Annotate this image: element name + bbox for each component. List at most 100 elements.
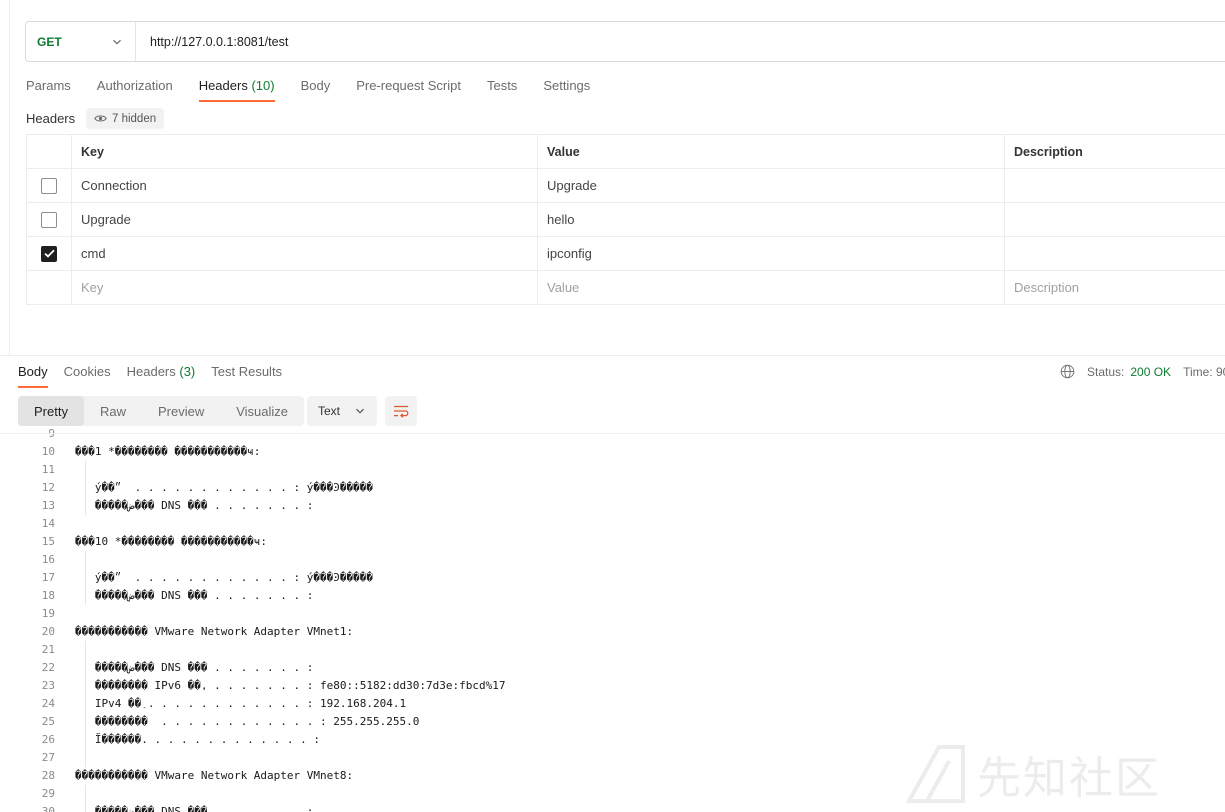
line-number: 15 [41, 535, 55, 548]
wrap-lines-button[interactable] [385, 396, 417, 426]
status-value[interactable]: 200 OK [1130, 365, 1171, 379]
header-description-cell[interactable] [1005, 203, 1225, 236]
line-number: 13 [41, 499, 55, 512]
hidden-headers-toggle[interactable]: 7 hidden [86, 108, 165, 129]
table-row-new: Key Value Description [27, 271, 1225, 305]
header-key-cell[interactable]: Connection [72, 169, 538, 202]
tab-params[interactable]: Params [26, 78, 71, 102]
header-value-cell[interactable]: ipconfig [538, 237, 1005, 270]
code-line: 28 ����������� VMware Network Adapter VMn… [0, 767, 353, 785]
code-text: IPv4 ��ַ . . . . . . . . . . . . : 192.1… [75, 697, 407, 710]
code-line: 27 [0, 749, 75, 767]
line-number: 25 [41, 715, 55, 728]
line-number: 22 [41, 661, 55, 674]
row-checkbox-checked[interactable] [41, 245, 57, 262]
code-text: ý��״ . . . . . . . . . . . . : ý���Ͽ����… [75, 481, 374, 494]
code-line: 10 ���1 *�������� �����������ҹ: [0, 443, 261, 461]
line-number: 9 [0, 425, 55, 443]
line-number: 24 [41, 697, 55, 710]
url-input[interactable]: http://127.0.0.1:8081/test [136, 35, 288, 49]
header-description-cell[interactable] [1005, 237, 1225, 270]
line-number: 14 [41, 517, 55, 530]
globe-icon[interactable] [1060, 364, 1075, 379]
table-row: Upgrade hello [27, 203, 1225, 237]
line-number: 27 [41, 751, 55, 764]
code-line: 13 �����ض��� DNS ��� . . . . . . . : [0, 497, 314, 515]
table-row: cmd ipconfig [27, 237, 1225, 271]
line-number: 20 [41, 625, 55, 638]
header-value-cell[interactable]: hello [538, 203, 1005, 236]
code-text: �������� IPv6 ��ַ. . . . . . . . : fe80:… [75, 679, 506, 692]
hidden-count-label: 7 hidden [112, 112, 157, 125]
code-line: 15 ���10 *�������� �����������ҹ: [0, 533, 267, 551]
row-checkbox[interactable] [41, 211, 57, 228]
url-bar: GET http://127.0.0.1:8081/test [25, 21, 1225, 62]
time-label[interactable]: Time: 90 [1183, 365, 1225, 379]
code-line: 14 [0, 515, 75, 533]
code-text: ý��״ . . . . . . . . . . . . : ý���Ͽ����… [75, 571, 374, 584]
code-line: 26 Ĭ������. . . . . . . . . . . . . : [0, 731, 320, 749]
row-checkbox[interactable] [41, 177, 57, 194]
column-value: Value [538, 135, 1005, 168]
method-select[interactable]: GET [26, 22, 136, 61]
header-value-cell[interactable]: Upgrade [538, 169, 1005, 202]
tab-cookies[interactable]: Cookies [64, 364, 111, 388]
code-line: 11 [0, 461, 75, 479]
header-key-cell[interactable]: Upgrade [72, 203, 538, 236]
column-description: Description [1005, 135, 1225, 168]
code-line: 16 [0, 551, 75, 569]
view-visualize-button[interactable]: Visualize [220, 396, 304, 426]
headers-section-title: Headers [26, 111, 76, 126]
eye-icon [94, 115, 107, 122]
tab-response-body[interactable]: Body [18, 364, 48, 388]
editor-top-border [0, 433, 1225, 434]
tab-headers[interactable]: Headers (10) [198, 78, 275, 102]
tab-tests[interactable]: Tests [487, 78, 517, 102]
new-key-input[interactable]: Key [72, 271, 538, 304]
line-number: 21 [41, 643, 55, 656]
status-label: Status: [1087, 364, 1125, 379]
request-response-divider[interactable] [0, 355, 1225, 356]
view-pretty-button[interactable]: Pretty [18, 396, 84, 426]
code-line: 23 �������� IPv6 ��ַ. . . . . . . . : fe… [0, 677, 506, 695]
line-number: 16 [41, 553, 55, 566]
code-text: �����ض��� DNS ��� . . . . . . . : [75, 589, 314, 602]
tab-pre-request-script[interactable]: Pre-request Script [356, 78, 461, 102]
view-mode-selector: Pretty Raw Preview Visualize [18, 396, 305, 426]
format-select[interactable]: Text [307, 396, 377, 426]
table-row: Connection Upgrade [27, 169, 1225, 203]
format-label: Text [318, 404, 341, 418]
tab-response-headers[interactable]: Headers (3) [127, 364, 196, 388]
code-line: 20 ����������� VMware Network Adapter VMn… [0, 623, 353, 641]
checkmark-icon [43, 249, 55, 258]
tab-body[interactable]: Body [301, 78, 331, 102]
code-text: �����ض��� DNS ��� . . . . . . . : [75, 805, 314, 812]
header-key-cell[interactable]: cmd [72, 237, 538, 270]
watermark-text: 先知社区 [977, 753, 1161, 804]
code-text: ���10 *�������� �����������ҹ: [75, 535, 268, 548]
tab-settings[interactable]: Settings [543, 78, 590, 102]
table-header-row: Key Value Description [27, 135, 1225, 169]
code-line: 9 [0, 425, 75, 443]
new-value-input[interactable]: Value [538, 271, 1005, 304]
wrap-lines-icon [394, 405, 409, 418]
line-number: 19 [41, 607, 55, 620]
view-raw-button[interactable]: Raw [84, 396, 142, 426]
line-number: 30 [41, 805, 55, 812]
left-panel-border [9, 0, 10, 355]
code-line: 30 �����ض��� DNS ��� . . . . . . . : [0, 803, 314, 812]
code-line: 24 IPv4 ��ַ . . . . . . . . . . . . : 19… [0, 695, 406, 713]
chevron-down-icon [356, 408, 364, 414]
code-line: 12 ý��״ . . . . . . . . . . . . : ý���Ͽ�… [0, 479, 373, 497]
tab-test-results[interactable]: Test Results [211, 364, 282, 388]
tab-authorization[interactable]: Authorization [97, 78, 173, 102]
view-preview-button[interactable]: Preview [142, 396, 220, 426]
new-description-input[interactable]: Description [1005, 271, 1225, 304]
code-text: ���1 *�������� �����������ҹ: [75, 445, 261, 458]
header-description-cell[interactable] [1005, 169, 1225, 202]
watermark: 先知社区 [905, 738, 1205, 810]
